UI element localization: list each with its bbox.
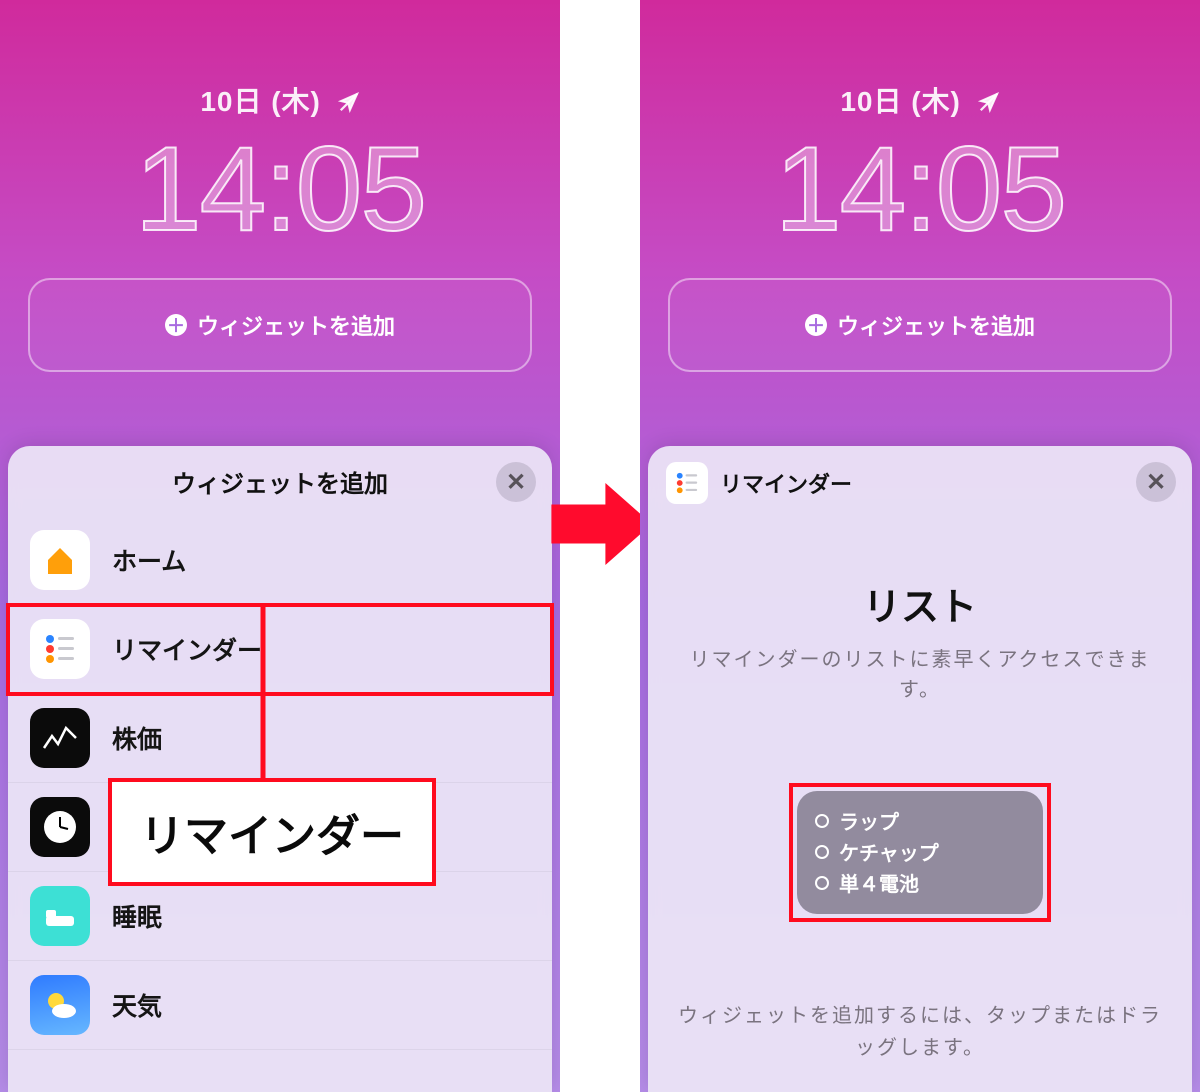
app-label: 天気 [112, 987, 162, 1023]
lockscreen-date: 10日 (木) [640, 80, 1200, 120]
lockscreen-clock[interactable]: 14:05 [0, 120, 560, 258]
reminders-icon [666, 462, 708, 504]
widget-preview-highlight: ラップ ケチャップ 単４電池 [791, 785, 1049, 920]
lockscreen-clock[interactable]: 14:05 [640, 120, 1200, 258]
widget-detail-sheet: リマインダー ✕ リスト リマインダーのリストに素早くアクセスできます。 ラップ… [648, 446, 1192, 1092]
location-off-icon [978, 88, 1000, 120]
add-hint: ウィジェットを追加するには、タップまたはドラッグします。 [668, 1000, 1172, 1064]
item-text: ラップ [839, 806, 899, 835]
app-row-home[interactable]: ホーム [8, 516, 552, 605]
reminders-widget-preview[interactable]: ラップ ケチャップ 単４電池 [797, 791, 1043, 914]
widget-title: リスト [648, 576, 1192, 631]
callout-connector [258, 606, 268, 781]
add-widget-button[interactable]: ＋ ウィジェットを追加 [28, 278, 532, 372]
list-item: 単４電池 [815, 867, 1025, 898]
list-item: ケチャップ [815, 836, 1025, 867]
list-item: ラップ [815, 805, 1025, 836]
item-text: 単４電池 [839, 868, 919, 897]
app-label: 睡眠 [112, 898, 162, 934]
app-row-stocks[interactable]: 株価 [8, 694, 552, 783]
sheet-app-name: リマインダー [720, 467, 852, 499]
app-label: リマインダー [112, 631, 262, 667]
circle-icon [815, 814, 829, 828]
date-text: 10日 (木) [200, 86, 321, 117]
app-row-weather[interactable]: 天気 [8, 961, 552, 1050]
reminders-icon [30, 619, 90, 679]
sheet-header: ウィジェットを追加 ✕ [8, 446, 552, 516]
circle-icon [815, 876, 829, 890]
app-label: 株価 [112, 720, 162, 756]
widget-description: リマインダーのリストに素早くアクセスできます。 [648, 645, 1192, 705]
close-button[interactable]: ✕ [1136, 462, 1176, 502]
location-off-icon [338, 88, 360, 120]
weather-icon [30, 975, 90, 1035]
sleep-icon [30, 886, 90, 946]
circle-icon [815, 845, 829, 859]
add-widget-label: ウィジェットを追加 [837, 309, 1035, 341]
add-widget-button[interactable]: ＋ ウィジェットを追加 [668, 278, 1172, 372]
app-row-reminders[interactable]: リマインダー [8, 605, 552, 694]
home-icon [30, 530, 90, 590]
app-label: ホーム [112, 542, 186, 578]
reminders-callout: リマインダー [108, 778, 436, 886]
sheet-header-app: リマインダー [666, 462, 852, 504]
sheet-title: ウィジェットを追加 [172, 464, 388, 499]
callout-text: リマインダー [140, 812, 404, 861]
stocks-icon [30, 708, 90, 768]
close-icon: ✕ [506, 468, 526, 497]
left-phone: 10日 (木) 14:05 ＋ ウィジェットを追加 ウィジェットを追加 ✕ ホー… [0, 0, 560, 1092]
lockscreen-date: 10日 (木) [0, 80, 560, 120]
item-text: ケチャップ [839, 837, 939, 866]
clock-icon [30, 797, 90, 857]
plus-icon: ＋ [165, 314, 187, 336]
transition-arrow-icon [546, 470, 654, 578]
close-icon: ✕ [1146, 468, 1166, 497]
date-text: 10日 (木) [840, 86, 961, 117]
close-button[interactable]: ✕ [496, 462, 536, 502]
right-phone: 10日 (木) 14:05 ＋ ウィジェットを追加 リマインダー ✕ [640, 0, 1200, 1092]
add-widget-label: ウィジェットを追加 [197, 309, 395, 341]
sheet-header: リマインダー ✕ [648, 446, 1192, 516]
plus-icon: ＋ [805, 314, 827, 336]
widget-picker-sheet: ウィジェットを追加 ✕ ホーム リマインダ [8, 446, 552, 1092]
